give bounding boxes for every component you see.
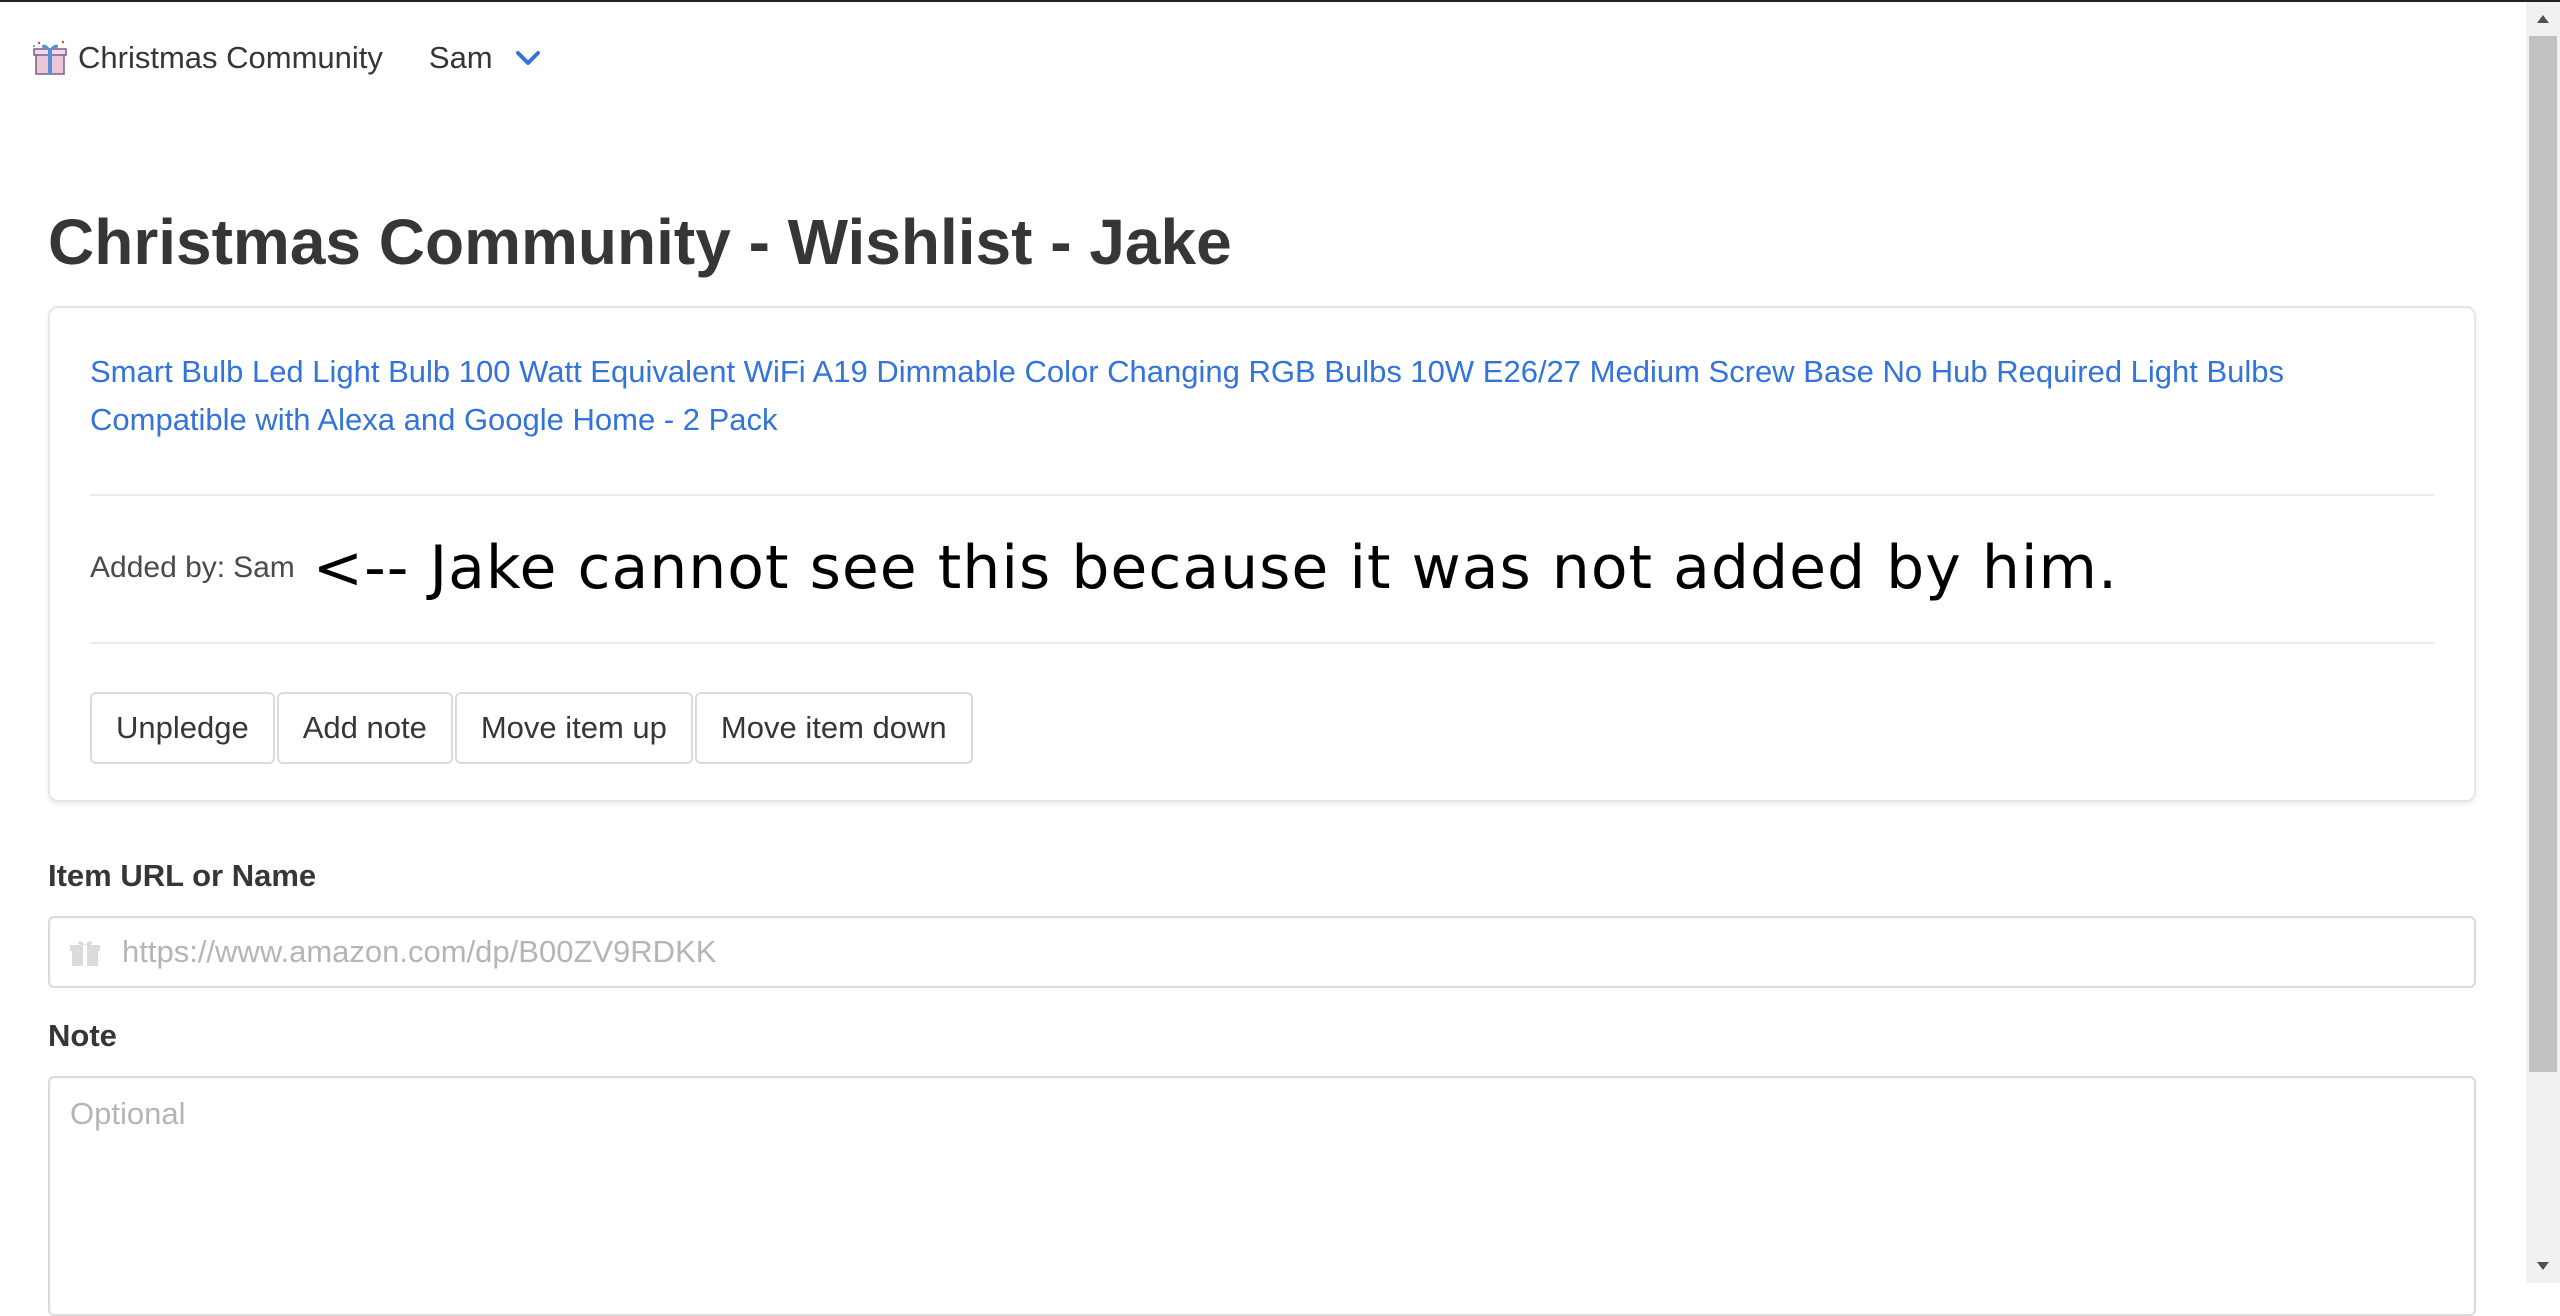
- added-by-row: Added by: Sam <-- Jake cannot see this b…: [90, 522, 2118, 614]
- move-item-down-button[interactable]: Move item down: [694, 692, 973, 764]
- move-item-up-button[interactable]: Move item up: [454, 692, 693, 764]
- item-url-field: [48, 916, 2476, 988]
- page-title: Christmas Community - Wishlist - Jake: [48, 206, 1232, 278]
- brand-link[interactable]: Christmas Community: [28, 36, 383, 80]
- added-by-label: Added by:: [90, 551, 226, 584]
- scrollbar-thumb[interactable]: [2529, 36, 2557, 1072]
- scroll-up-arrow-icon[interactable]: [2526, 2, 2560, 36]
- annotation-text: <-- Jake cannot see this because it was …: [312, 533, 2119, 603]
- unpledge-button[interactable]: Unpledge: [90, 692, 275, 764]
- user-menu[interactable]: Sam: [429, 40, 541, 76]
- chevron-down-icon: [515, 49, 541, 67]
- vertical-scrollbar[interactable]: [2526, 2, 2560, 1283]
- item-link[interactable]: Smart Bulb Led Light Bulb 100 Watt Equiv…: [90, 348, 2390, 444]
- user-name: Sam: [428, 40, 493, 75]
- item-url-label: Item URL or Name: [48, 858, 317, 893]
- divider: [90, 642, 2434, 644]
- divider: [90, 494, 2434, 496]
- gift-icon: [68, 936, 102, 970]
- gift-icon: [28, 36, 72, 80]
- item-actions: Unpledge Add note Move item up Move item…: [90, 692, 975, 764]
- brand-text: Christmas Community: [78, 40, 383, 75]
- scroll-down-arrow-icon[interactable]: [2526, 1249, 2560, 1283]
- added-by-name: Sam: [233, 551, 295, 584]
- note-textarea[interactable]: [48, 1076, 2476, 1316]
- page: Christmas Community Sam Christmas Commun…: [0, 2, 2526, 1316]
- add-note-button[interactable]: Add note: [276, 692, 453, 764]
- wishlist-item-card: Smart Bulb Led Light Bulb 100 Watt Equiv…: [48, 306, 2476, 802]
- navbar: Christmas Community Sam: [28, 30, 541, 86]
- note-label: Note: [48, 1018, 117, 1053]
- item-url-input[interactable]: [122, 918, 2452, 986]
